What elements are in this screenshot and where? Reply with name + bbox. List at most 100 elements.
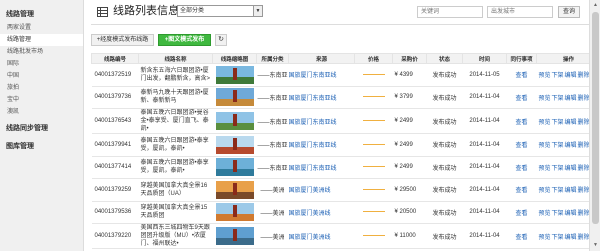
route-source-link[interactable]: 国旅厦门东南亚线 <box>289 120 337 126</box>
thumbnail-cell <box>212 108 257 134</box>
scroll-down-icon[interactable]: ▼ <box>591 241 600 250</box>
delete-link[interactable]: 删除 <box>578 120 590 126</box>
view-link[interactable]: 查看 <box>515 96 527 102</box>
publish-time: 2014-11-04 <box>462 178 507 202</box>
col-header-category: 所属分类 <box>256 53 289 64</box>
sidebar-item-settings[interactable]: 两家设置 <box>0 22 83 34</box>
sidebar-item-international[interactable]: 国际 <box>0 58 83 70</box>
delete-link[interactable]: 删除 <box>578 143 590 149</box>
preview-link[interactable]: 预览 <box>539 166 551 172</box>
unpublish-link[interactable]: 下架 <box>552 166 564 172</box>
sidebar-group-gallery[interactable]: 图库管理 <box>0 140 83 154</box>
header-bar: 线路列表信息 全部分类 ▼ 查询 <box>85 0 600 26</box>
col-header-price: 价格 <box>354 53 393 64</box>
unpublish-link[interactable]: 下架 <box>552 235 564 241</box>
route-thumbnail[interactable] <box>215 203 254 222</box>
route-name: 泰新马九晚十天跟团游•厦新、泰新新马 <box>138 86 213 109</box>
route-source-link[interactable]: 国旅厦门东南亚线 <box>289 143 337 149</box>
route-name: 穿越美国加拿大真全景16天品质团（UA） <box>138 178 213 202</box>
sidebar-item-wholesale[interactable]: 线路批发市场 <box>0 46 83 58</box>
edit-link[interactable]: 编辑 <box>565 143 577 149</box>
purchase-price: ¥ 4399 <box>392 63 427 87</box>
sidebar-item-baozhong[interactable]: 宝中 <box>0 94 83 106</box>
sidebar-group-route-management[interactable]: 线路管理 <box>0 8 83 22</box>
peer-cell: 查看 <box>506 86 537 109</box>
route-thumbnail[interactable] <box>215 65 254 84</box>
departure-city-input[interactable] <box>487 6 553 18</box>
route-source-link[interactable]: 国旅厦门东南亚线 <box>289 166 337 172</box>
route-category: ——美洲 <box>256 201 289 224</box>
delete-link[interactable]: 删除 <box>578 211 590 217</box>
route-source-link[interactable]: 国旅厦门东南亚线 <box>289 73 337 79</box>
delete-link[interactable]: 删除 <box>578 166 590 172</box>
sidebar-group-route-sync[interactable]: 线路同步管理 <box>0 122 83 136</box>
sidebar-item-travel[interactable]: 旅拍 <box>0 82 83 94</box>
view-link[interactable]: 查看 <box>515 235 527 241</box>
status-text: 发布成功 <box>426 86 463 109</box>
view-link[interactable]: 查看 <box>515 120 527 126</box>
unpublish-link[interactable]: 下架 <box>552 120 564 126</box>
edit-link[interactable]: 编辑 <box>565 211 577 217</box>
preview-link[interactable]: 预览 <box>539 96 551 102</box>
price-cell <box>354 178 393 202</box>
scroll-up-icon[interactable]: ▲ <box>591 1 600 10</box>
unpublish-link[interactable]: 下架 <box>552 143 564 149</box>
route-source-link[interactable]: 国旅厦门美洲线 <box>289 235 331 241</box>
unpublish-link[interactable]: 下架 <box>552 211 564 217</box>
purchase-price: ¥ 2499 <box>392 108 427 134</box>
publish-graphic-button[interactable]: +图文模式发布 <box>158 34 211 46</box>
delete-link[interactable]: 删除 <box>578 188 590 194</box>
unpublish-link[interactable]: 下架 <box>552 96 564 102</box>
sidebar-item-aokai[interactable]: 澳凯 <box>0 106 83 118</box>
peer-cell: 查看 <box>506 108 537 134</box>
unpublish-link[interactable]: 下架 <box>552 188 564 194</box>
preview-link[interactable]: 预览 <box>539 143 551 149</box>
keyword-input[interactable] <box>417 6 483 18</box>
route-thumbnail[interactable] <box>215 180 254 199</box>
thumbnail-landmark <box>232 160 237 173</box>
edit-link[interactable]: 编辑 <box>565 73 577 79</box>
edit-link[interactable]: 编辑 <box>565 235 577 241</box>
refresh-icon[interactable]: ↻ <box>215 34 227 46</box>
preview-link[interactable]: 预览 <box>539 211 551 217</box>
delete-link[interactable]: 删除 <box>578 235 590 241</box>
preview-link[interactable]: 预览 <box>539 73 551 79</box>
unpublish-link[interactable]: 下架 <box>552 73 564 79</box>
view-link[interactable]: 查看 <box>515 211 527 217</box>
edit-link[interactable]: 编辑 <box>565 166 577 172</box>
preview-link[interactable]: 预览 <box>539 120 551 126</box>
route-source-link[interactable]: 国旅厦门东南亚线 <box>289 96 337 102</box>
view-link[interactable]: 查看 <box>515 143 527 149</box>
sidebar-item-china[interactable]: 中国 <box>0 70 83 82</box>
route-thumbnail[interactable] <box>215 227 254 245</box>
edit-link[interactable]: 编辑 <box>565 96 577 102</box>
view-link[interactable]: 查看 <box>515 188 527 194</box>
route-source-link[interactable]: 国旅厦门美洲线 <box>289 188 331 194</box>
price-empty-line <box>362 188 385 190</box>
scrollbar-thumb[interactable] <box>592 12 599 224</box>
route-thumbnail[interactable] <box>215 135 254 154</box>
route-thumbnail[interactable] <box>215 88 254 107</box>
route-source-cell: 国旅厦门美洲线 <box>288 223 355 249</box>
edit-link[interactable]: 编辑 <box>565 120 577 126</box>
route-thumbnail[interactable] <box>215 112 254 130</box>
delete-link[interactable]: 删除 <box>578 73 590 79</box>
edit-link[interactable]: 编辑 <box>565 188 577 194</box>
sidebar-item-route-management[interactable]: 线路管理 <box>0 34 83 46</box>
search-button[interactable]: 查询 <box>558 6 580 18</box>
route-source-link[interactable]: 国旅厦门美洲线 <box>289 211 331 217</box>
col-header-time: 时间 <box>462 53 507 64</box>
view-link[interactable]: 查看 <box>515 73 527 79</box>
route-code: 04001372519 <box>91 63 139 87</box>
publish-time: 2014-11-04 <box>462 223 507 249</box>
route-thumbnail[interactable] <box>215 158 254 177</box>
vertical-scrollbar[interactable]: ▲ ▼ <box>589 0 600 251</box>
delete-link[interactable]: 删除 <box>578 96 590 102</box>
preview-link[interactable]: 预览 <box>539 188 551 194</box>
publish-classic-button[interactable]: +经度模式发布线路 <box>91 34 154 46</box>
purchase-price: ¥ 3799 <box>392 86 427 109</box>
category-select[interactable]: 全部分类 ▼ <box>177 5 263 17</box>
view-link[interactable]: 查看 <box>515 166 527 172</box>
status-text: 发布成功 <box>426 178 463 202</box>
preview-link[interactable]: 预览 <box>539 235 551 241</box>
